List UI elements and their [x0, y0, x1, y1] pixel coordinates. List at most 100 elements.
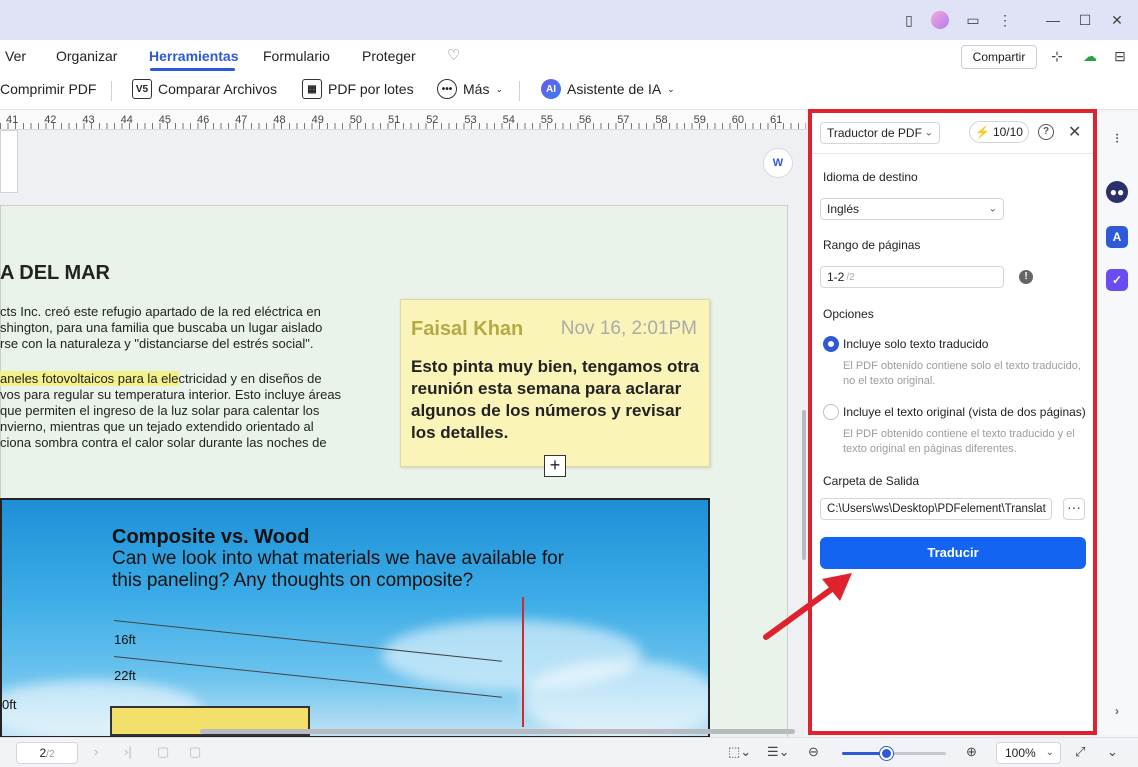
- close-window-icon[interactable]: ✕: [1107, 10, 1127, 30]
- minimize-icon[interactable]: —: [1043, 10, 1063, 30]
- chevron-down-icon: ⌄: [988, 203, 997, 215]
- translate-button[interactable]: Traducir: [820, 537, 1086, 569]
- next-page-icon[interactable]: ›: [94, 744, 98, 759]
- paragraph-line: ciona sombra contra el calor solar duran…: [0, 435, 327, 450]
- more-options-icon[interactable]: ⌄: [1107, 744, 1118, 760]
- paragraph-line: cts Inc. creó este refugio apartado de l…: [0, 304, 321, 319]
- option-with-original-desc: El PDF obtenido contiene el texto traduc…: [843, 428, 1075, 455]
- document-canvas[interactable]: W A DEL MAR cts Inc. creó este refugio a…: [0, 130, 806, 737]
- document-title: A DEL MAR: [0, 262, 110, 284]
- paragraph-line: shington, para una familia que buscaba u…: [0, 320, 323, 335]
- compare-icon: V5: [132, 79, 152, 99]
- browse-folder-button[interactable]: ···: [1063, 498, 1085, 520]
- batch-pdf-button[interactable]: ▦ PDF por lotes: [302, 79, 414, 99]
- ruler-number: 54: [502, 114, 515, 126]
- measure-label: 16ft: [114, 632, 136, 647]
- page-layout-icon[interactable]: ☰⌄: [767, 744, 790, 760]
- document-icon[interactable]: ▯: [899, 10, 919, 30]
- paragraph-line: aneles fotovoltaicos para la electricida…: [0, 371, 380, 387]
- menu-proteger[interactable]: Proteger: [362, 48, 416, 64]
- avatar[interactable]: [931, 11, 949, 29]
- fit-page-icon[interactable]: ▢: [157, 744, 169, 760]
- last-page-icon[interactable]: ›|: [124, 744, 132, 759]
- maximize-icon[interactable]: ☐: [1075, 10, 1095, 30]
- network-icon[interactable]: ⊹: [1047, 46, 1067, 66]
- ruler-number: 43: [82, 114, 95, 126]
- option-with-original-label[interactable]: Incluye el texto original (vista de dos …: [843, 405, 1086, 419]
- output-folder-label: Carpeta de Salida: [823, 474, 920, 488]
- sliders-icon[interactable]: ⫶: [1106, 128, 1128, 150]
- translator-panel: Traductor de PDF ⌄ ⚡ 10/10 ? ✕ Idioma de…: [810, 112, 1094, 735]
- right-rail: ⫶ ●● A ✓ ›: [1097, 112, 1138, 735]
- kebab-menu-icon[interactable]: ⋮: [995, 10, 1015, 30]
- more-label: Más: [463, 81, 490, 97]
- ruler-number: 58: [655, 114, 668, 126]
- expand-note-icon[interactable]: +: [544, 455, 566, 477]
- chevron-right-icon[interactable]: ›: [1106, 700, 1128, 722]
- more-button[interactable]: ••• Más ⌄: [437, 79, 503, 99]
- lightning-icon: ⚡: [975, 125, 990, 139]
- tool-dropdown[interactable]: Traductor de PDF ⌄: [820, 122, 940, 144]
- lightbulb-icon[interactable]: ♡: [447, 46, 460, 64]
- page-range-input[interactable]: 1-2 /2: [820, 266, 1004, 288]
- sticky-note[interactable]: Faisal Khan Nov 16, 2:01PM Esto pinta mu…: [400, 299, 710, 477]
- batch-pdf-label: PDF por lotes: [328, 81, 414, 97]
- chevron-down-icon: ⌄: [924, 127, 933, 139]
- fit-width-icon[interactable]: ▢: [189, 744, 201, 760]
- close-icon[interactable]: ✕: [1068, 122, 1081, 142]
- active-tab-indicator: [150, 68, 235, 71]
- status-bar: 2/2 › ›| ▢ ▢ ⬚⌄ ☰⌄ ⊖ ⊕ 100% ⌄ ⤢ ⌄: [0, 737, 1138, 767]
- zoom-slider[interactable]: [842, 747, 946, 760]
- vertical-scrollbar[interactable]: [802, 410, 806, 560]
- ruler-number: 52: [426, 114, 439, 126]
- ruler-number: 51: [388, 114, 401, 126]
- compress-pdf-button[interactable]: Comprimir PDF: [0, 81, 96, 97]
- credits-count: 10/10: [992, 125, 1023, 139]
- options-label: Opciones: [823, 307, 874, 321]
- fullscreen-icon[interactable]: ⤢: [1075, 744, 1085, 760]
- paragraph-line: rse con la naturaleza y "distanciarse de…: [0, 336, 314, 351]
- measure-label: 0ft: [2, 697, 17, 712]
- target-language-select[interactable]: Inglés ⌄: [820, 198, 1004, 220]
- zoom-slider-knob[interactable]: [879, 747, 893, 760]
- compare-files-button[interactable]: V5 Comparar Archivos: [132, 79, 277, 99]
- option-with-original-radio[interactable]: [823, 404, 839, 420]
- menu-ver[interactable]: Ver: [5, 48, 26, 64]
- menu-herramientas[interactable]: Herramientas: [149, 48, 239, 64]
- ai-assistant-button[interactable]: AI Asistente de IA ⌄: [541, 79, 675, 99]
- convert-to-word-icon[interactable]: W: [763, 148, 793, 178]
- page-range-value: 1-2: [827, 270, 845, 284]
- photo-title: Composite vs. Wood: [112, 526, 310, 548]
- menu-formulario[interactable]: Formulario: [263, 48, 330, 64]
- title-bar: ▯ ▭ ⋮ — ☐ ✕: [0, 0, 1138, 40]
- ruler-number: 49: [311, 114, 324, 126]
- share-button[interactable]: Compartir: [961, 45, 1037, 69]
- option-translated-only-label[interactable]: Incluye solo texto traducido: [843, 337, 988, 351]
- chat-icon[interactable]: ▭: [963, 10, 983, 30]
- option-translated-only-radio[interactable]: [823, 336, 839, 352]
- ai-bot-icon[interactable]: ●●: [1106, 181, 1128, 203]
- output-folder-value: C:\Users\ws\Desktop\PDFelement\Translat: [827, 503, 1046, 515]
- paragraph-line: nvierno, mientras que un tejado extendid…: [0, 419, 314, 434]
- cloud-sync-icon[interactable]: ☁: [1080, 46, 1100, 66]
- horizontal-scrollbar[interactable]: [200, 729, 795, 734]
- zoom-out-icon[interactable]: ⊖: [808, 744, 819, 760]
- photo-annotation: Composite vs. Wood Can we look into what…: [0, 498, 710, 737]
- info-icon[interactable]: !: [1019, 270, 1033, 284]
- previous-page-edge: [0, 130, 18, 193]
- credits-badge[interactable]: ⚡ 10/10: [969, 121, 1029, 143]
- highlighted-text[interactable]: aneles fotovoltaicos para la ele: [0, 371, 179, 386]
- collapse-ribbon-icon[interactable]: ⊟: [1110, 46, 1130, 66]
- page-number-input[interactable]: 2/2: [16, 742, 78, 764]
- ruler-number: 50: [349, 114, 363, 126]
- checklist-icon[interactable]: ✓: [1106, 269, 1128, 291]
- select-tool-icon[interactable]: ⬚⌄: [728, 744, 751, 760]
- chevron-down-icon: ⌄: [667, 83, 675, 94]
- zoom-select[interactable]: 100% ⌄: [996, 742, 1061, 764]
- option-translated-only-desc: El PDF obtenido contiene solo el texto t…: [843, 360, 1081, 387]
- zoom-in-icon[interactable]: ⊕: [966, 744, 977, 760]
- help-icon[interactable]: ?: [1038, 124, 1054, 140]
- output-folder-input[interactable]: C:\Users\ws\Desktop\PDFelement\Translat: [820, 498, 1052, 520]
- translate-icon[interactable]: A: [1106, 226, 1128, 248]
- menu-organizar[interactable]: Organizar: [56, 48, 117, 64]
